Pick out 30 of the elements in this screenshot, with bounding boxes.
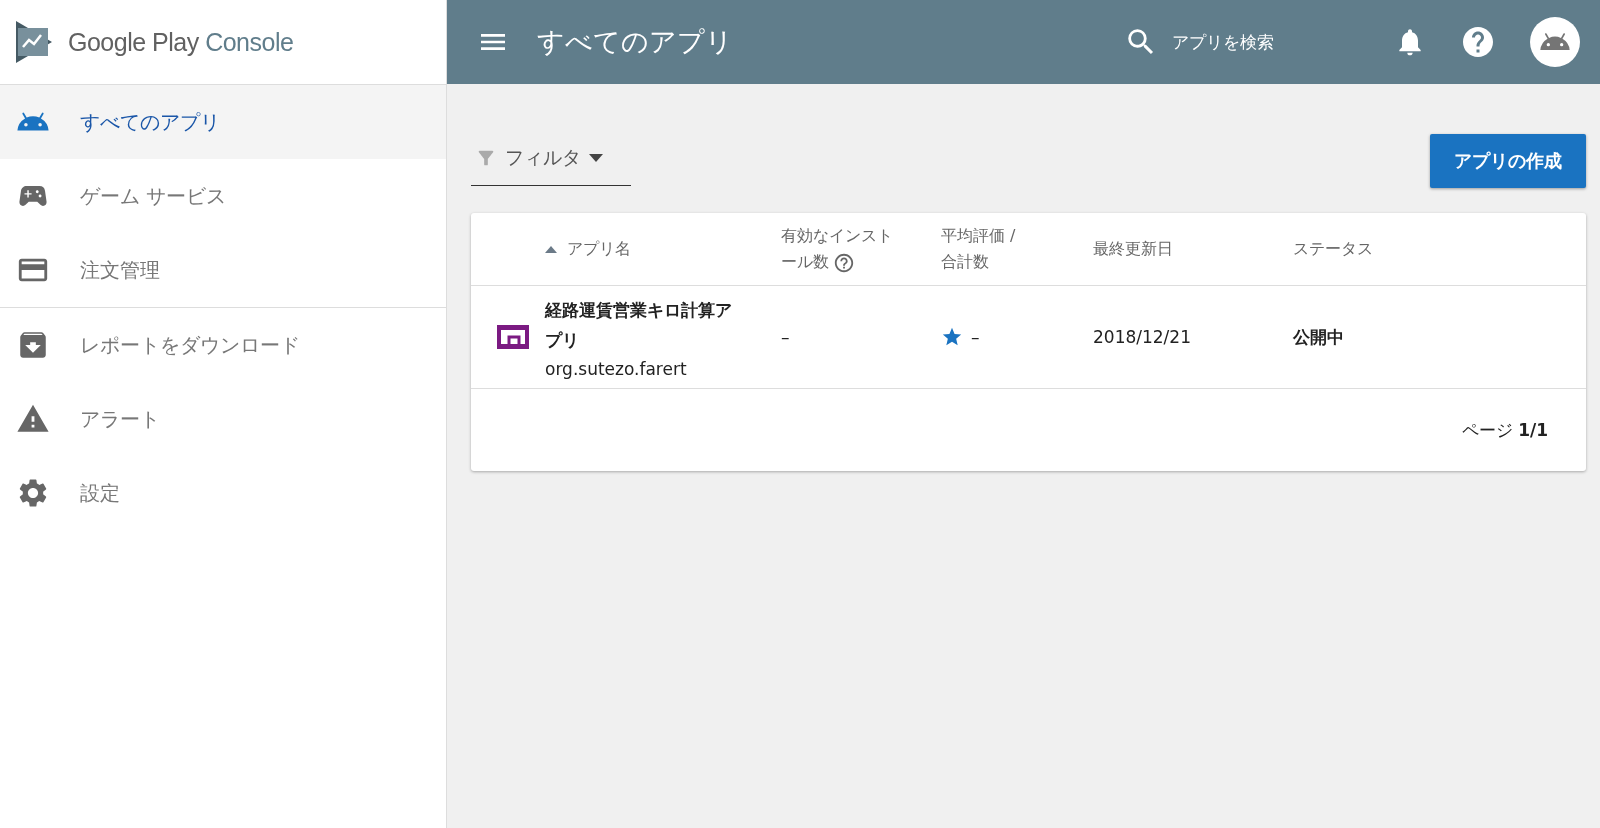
table-cell: –	[971, 327, 980, 347]
column-header[interactable]: 平均評価 / 合計数	[941, 223, 1093, 275]
sidebar-item[interactable]: レポートをダウンロード	[0, 308, 446, 382]
sort-ascending-icon	[545, 245, 557, 253]
help-icon[interactable]	[1460, 24, 1496, 60]
sidebar-item[interactable]: アラート	[0, 382, 446, 456]
column-header[interactable]: ステータス	[1293, 236, 1586, 262]
create-app-button[interactable]: アプリの作成	[1430, 134, 1586, 188]
page-title: すべてのアプリ	[537, 25, 734, 59]
star-icon	[941, 326, 963, 348]
help-icon[interactable]	[833, 251, 855, 274]
search-field[interactable]: アプリを検索	[1170, 31, 1304, 53]
column-header[interactable]: 最終更新日	[1093, 236, 1293, 262]
filter-dropdown[interactable]: フィルタ	[471, 133, 631, 186]
app-icon	[497, 325, 529, 349]
caret-icon	[589, 154, 603, 162]
play-console-logo-icon	[14, 19, 54, 65]
column-header[interactable]: アプリ名	[545, 236, 781, 262]
table-cell-text: –	[781, 327, 791, 347]
brand-name: Google Play Console	[68, 27, 294, 57]
status-text: 公開中	[1293, 325, 1345, 349]
sidebar-item[interactable]: 注文管理	[0, 233, 446, 307]
sidebar-item[interactable]: 設定	[0, 456, 446, 530]
sidebar-item[interactable]: すべてのアプリ	[0, 85, 446, 159]
pagination-text: ページ 1/1	[1461, 418, 1548, 442]
account-avatar[interactable]	[1530, 17, 1580, 67]
sidebar-item[interactable]: ゲーム サービス	[0, 159, 446, 233]
package-name: org.sutezo.farert	[545, 359, 688, 379]
table-cell-text: 2018/12/21	[1093, 327, 1192, 347]
column-header[interactable]: 有効なインストール数	[781, 223, 941, 275]
